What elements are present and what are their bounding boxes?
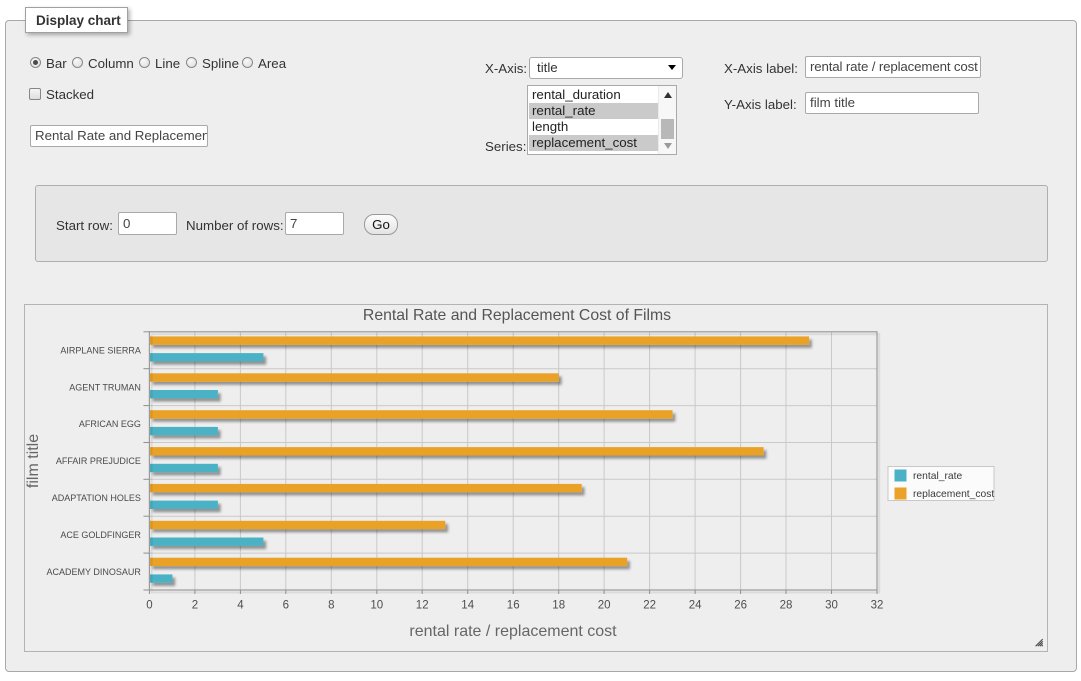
svg-text:rental rate / replacement cost: rental rate / replacement cost [409,623,617,640]
svg-text:18: 18 [552,600,565,612]
svg-text:30: 30 [825,600,838,612]
svg-text:film title: film title [25,434,42,488]
svg-text:ACADEMY DINOSAUR: ACADEMY DINOSAUR [47,567,142,577]
svg-text:16: 16 [507,600,520,612]
svg-text:8: 8 [328,600,334,612]
svg-text:12: 12 [416,600,429,612]
svg-text:20: 20 [598,600,611,612]
svg-text:0: 0 [146,600,152,612]
svg-text:2: 2 [192,600,198,612]
svg-text:AFRICAN EGG: AFRICAN EGG [79,419,141,429]
svg-text:AGENT TRUMAN: AGENT TRUMAN [69,382,141,392]
svg-text:26: 26 [734,600,747,612]
svg-text:AIRPLANE SIERRA: AIRPLANE SIERRA [60,345,141,355]
svg-text:rental_rate: rental_rate [913,471,963,482]
svg-text:10: 10 [370,600,383,612]
svg-text:32: 32 [871,600,884,612]
svg-text:14: 14 [461,600,474,612]
svg-text:AFFAIR PREJUDICE: AFFAIR PREJUDICE [56,456,141,466]
svg-text:6: 6 [283,600,289,612]
svg-text:28: 28 [780,600,793,612]
svg-text:replacement_cost: replacement_cost [913,489,994,500]
svg-text:24: 24 [689,600,702,612]
svg-text:Rental Rate and Replacement Co: Rental Rate and Replacement Cost of Film… [363,307,671,324]
svg-text:ACE GOLDFINGER: ACE GOLDFINGER [60,530,141,540]
svg-text:ADAPTATION HOLES: ADAPTATION HOLES [52,493,141,503]
svg-text:4: 4 [237,600,244,612]
svg-text:22: 22 [643,600,656,612]
